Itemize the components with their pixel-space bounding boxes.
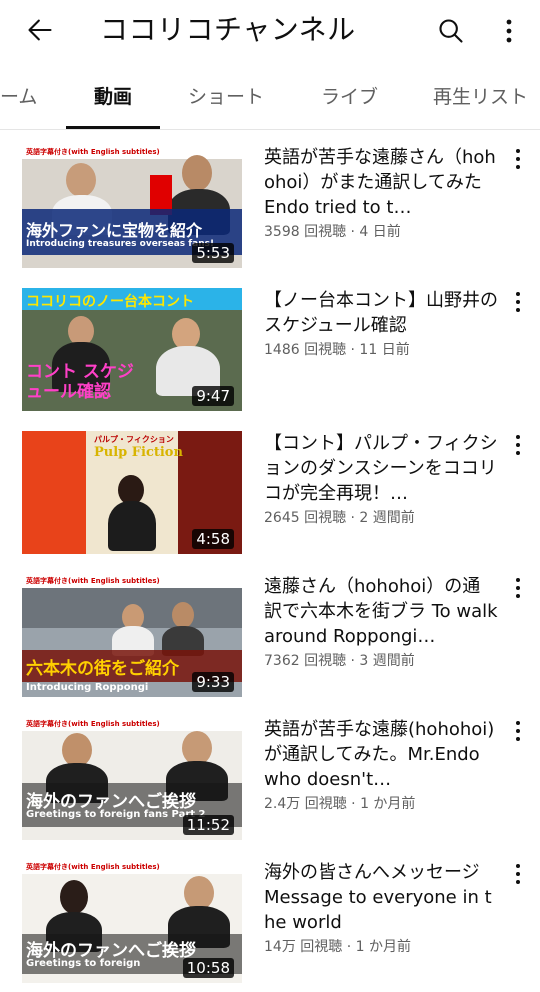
video-menu-button[interactable] [506, 574, 530, 602]
thumbnail-background [22, 431, 86, 554]
thumbnail-top-caption: パルプ・フィクション [94, 435, 174, 444]
more-vertical-icon [516, 578, 520, 598]
video-thumbnail[interactable]: 英語字幕付き(with English subtitles) 海外ファンに宝物を… [22, 145, 242, 268]
thumbnail-person [108, 501, 156, 551]
more-vertical-icon [516, 864, 520, 884]
arrow-left-icon [28, 19, 52, 41]
video-duration: 11:52 [182, 815, 234, 835]
back-button[interactable] [22, 12, 58, 48]
video-meta: 英語が苦手な遠藤(hohohoi)が通訳してみた。Mr.Endo who doe… [264, 717, 498, 814]
video-row[interactable]: ココリコのノー台本コント コント スケジュール確認 9:47 【ノー台本コント】… [0, 274, 540, 416]
video-thumbnail[interactable]: ココリコのノー台本コント コント スケジュール確認 9:47 [22, 288, 242, 411]
thumbnail-sub-caption: Greetings to foreign fans Part 2 [26, 809, 206, 820]
video-row[interactable]: 英語字幕付き(with English subtitles) 海外のファンへご挨… [0, 846, 540, 988]
thumbnail-caption: コント スケジュール確認 [26, 362, 134, 402]
thumbnail-caption: 六本木の街をご紹介 [26, 659, 179, 679]
tab-home[interactable]: ーム [0, 64, 37, 130]
search-icon [439, 19, 463, 43]
video-thumbnail[interactable]: 英語字幕付き(with English subtitles) 海外のファンへご挨… [22, 860, 242, 983]
video-title[interactable]: 遠藤さん（hohohoi）の通訳で六本木を街ブラ To walk around … [264, 574, 498, 649]
thumbnail-sub-caption: Introducing treasures overseas fans! [26, 239, 215, 249]
thumbnail-person [184, 876, 214, 910]
video-duration: 5:53 [192, 243, 234, 263]
more-vertical-icon [516, 435, 520, 455]
thumbnail-person [62, 733, 92, 767]
video-menu-button[interactable] [506, 288, 530, 316]
video-meta: 遠藤さん（hohohoi）の通訳で六本木を街ブラ To walk around … [264, 574, 498, 671]
thumbnail-caption: 海外ファンに宝物を紹介 [26, 221, 203, 240]
search-button[interactable] [432, 12, 470, 50]
video-menu-button[interactable] [506, 145, 530, 173]
video-stats: 1486 回視聴 · 11 日前 [264, 342, 410, 358]
thumbnail-top-caption: 英語字幕付き(with English subtitles) [26, 720, 160, 728]
more-vertical-icon [516, 292, 520, 312]
video-meta: 海外の皆さんへメッセージ Message to everyone in the … [264, 860, 498, 957]
video-row[interactable]: 英語字幕付き(with English subtitles) 六本木の街をご紹介… [0, 560, 540, 702]
video-stats: 7362 回視聴 · 3 週間前 [264, 653, 415, 669]
active-tab-indicator [66, 126, 160, 129]
thumbnail-person [182, 731, 212, 765]
video-title[interactable]: 英語が苦手な遠藤(hohohoi)が通訳してみた。Mr.Endo who doe… [264, 717, 498, 792]
tab-live[interactable]: ライブ [321, 64, 378, 130]
video-stats: 2645 回視聴 · 2 週間前 [264, 510, 415, 526]
thumbnail-top-caption: 英語字幕付き(with English subtitles) [26, 863, 160, 871]
video-meta: 【ノー台本コント】山野井のスケジュール確認 1486 回視聴 · 11 日前 [264, 288, 498, 360]
thumbnail-person [182, 155, 212, 191]
video-duration: 10:58 [182, 958, 234, 978]
video-title[interactable]: 【コント】パルプ・フィクションのダンスシーンをココリコが完全再現！… [264, 431, 498, 506]
video-stats: 3598 回視聴 · 4 日前 [264, 224, 401, 240]
thumbnail-top-caption: 英語字幕付き(with English subtitles) [26, 148, 160, 156]
channel-tabs: ーム 動画 ショート ライブ 再生リスト [0, 64, 540, 130]
video-title[interactable]: 【ノー台本コント】山野井のスケジュール確認 [264, 288, 498, 338]
video-meta: 英語が苦手な遠藤さん（hohohoi）がまた通訳してみた Endo tried … [264, 145, 498, 242]
thumbnail-sub-caption: Introducing Roppongi [26, 682, 149, 693]
video-thumbnail[interactable]: 英語字幕付き(with English subtitles) 六本木の街をご紹介… [22, 574, 242, 697]
thumbnail-sub-caption: Greetings to foreign [26, 958, 141, 969]
thumbnail-top-caption: ココリコのノー台本コント [26, 294, 194, 310]
more-vertical-icon [506, 19, 512, 43]
more-options-button[interactable] [490, 12, 528, 50]
video-row[interactable]: 英語字幕付き(with English subtitles) 海外ファンに宝物を… [0, 131, 540, 273]
thumbnail-person [66, 163, 96, 197]
app-bar: ココリコチャンネル [0, 0, 540, 64]
video-thumbnail[interactable]: パルプ・フィクション Pulp Fiction 4:58 [22, 431, 242, 554]
video-row[interactable]: 英語字幕付き(with English subtitles) 海外のファンへご挨… [0, 703, 540, 845]
more-vertical-icon [516, 149, 520, 169]
video-stats: 14万 回視聴 · 1 か月前 [264, 939, 411, 955]
video-menu-button[interactable] [506, 431, 530, 459]
thumbnail-person [172, 602, 194, 628]
tab-videos[interactable]: 動画 [94, 64, 132, 130]
thumbnail-person [60, 880, 88, 914]
video-duration: 9:33 [192, 672, 234, 692]
video-stats: 2.4万 回視聴 · 1 か月前 [264, 796, 416, 812]
video-duration: 4:58 [192, 529, 234, 549]
video-title[interactable]: 英語が苦手な遠藤さん（hohohoi）がまた通訳してみた Endo tried … [264, 145, 498, 220]
video-meta: 【コント】パルプ・フィクションのダンスシーンをココリコが完全再現！… 2645 … [264, 431, 498, 528]
channel-title: ココリコチャンネル [100, 13, 356, 46]
thumbnail-caption: Pulp Fiction [94, 445, 183, 460]
video-thumbnail[interactable]: 英語字幕付き(with English subtitles) 海外のファンへご挨… [22, 717, 242, 840]
video-row[interactable]: パルプ・フィクション Pulp Fiction 4:58 【コント】パルプ・フィ… [0, 417, 540, 559]
video-menu-button[interactable] [506, 860, 530, 888]
video-duration: 9:47 [192, 386, 234, 406]
tab-playlists[interactable]: 再生リスト [433, 64, 528, 130]
thumbnail-top-caption: 英語字幕付き(with English subtitles) [26, 577, 160, 585]
tab-shorts[interactable]: ショート [188, 64, 264, 130]
video-title[interactable]: 海外の皆さんへメッセージ Message to everyone in the … [264, 860, 498, 935]
video-menu-button[interactable] [506, 717, 530, 745]
more-vertical-icon [516, 721, 520, 741]
